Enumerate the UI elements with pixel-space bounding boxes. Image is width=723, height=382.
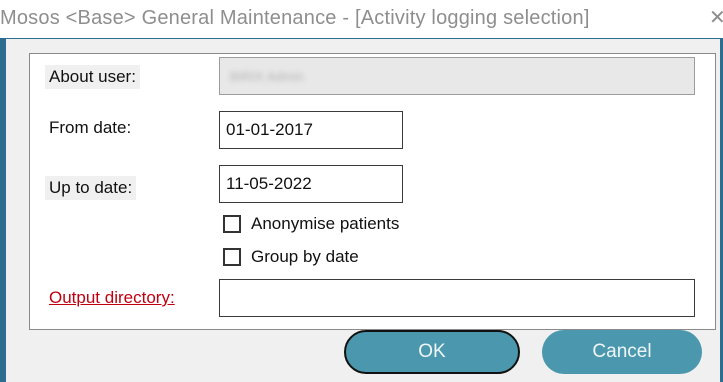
window-title: Mosos <Base> General Maintenance - [Acti…: [0, 7, 590, 29]
title-bar[interactable]: Mosos <Base> General Maintenance - [Acti…: [0, 0, 723, 39]
up-to-date-input[interactable]: 11-05-2022: [219, 165, 403, 203]
anonymise-patients-checkbox[interactable]: [223, 215, 241, 233]
cancel-button[interactable]: Cancel: [542, 330, 702, 374]
about-user-value: BIRIX Admin: [230, 69, 304, 84]
group-by-date-label: Group by date: [251, 247, 359, 266]
up-to-date-label: Up to date:: [45, 176, 137, 200]
dialog-window: Mosos <Base> General Maintenance - [Acti…: [0, 0, 723, 382]
group-by-date-option[interactable]: Group by date: [223, 245, 359, 269]
selection-group-box: About user: BIRIX Admin From date: 01-01…: [29, 53, 716, 330]
group-by-date-checkbox[interactable]: [223, 248, 241, 266]
output-directory-input[interactable]: [219, 279, 695, 317]
anonymise-patients-option[interactable]: Anonymise patients: [223, 212, 399, 236]
from-date-label: From date:: [49, 118, 132, 137]
from-date-input[interactable]: 01-01-2017: [219, 111, 403, 149]
about-user-label: About user:: [45, 65, 140, 89]
about-user-field: BIRIX Admin: [219, 57, 695, 95]
anonymise-patients-label: Anonymise patients: [251, 214, 400, 233]
dialog-body: About user: BIRIX Admin From date: 01-01…: [6, 39, 720, 382]
close-icon[interactable]: ✕: [709, 6, 723, 30]
output-directory-link[interactable]: Output directory:: [45, 286, 179, 310]
ok-button[interactable]: OK: [344, 330, 520, 374]
